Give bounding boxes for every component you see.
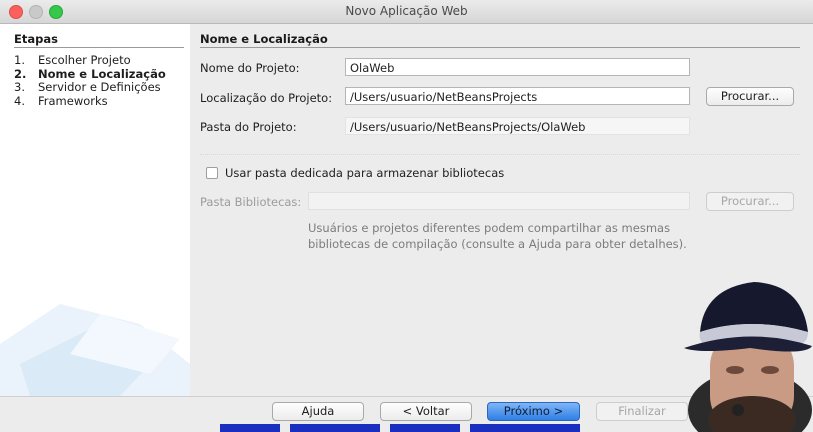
step-label: Frameworks — [38, 93, 108, 108]
libraries-folder-label: Pasta Bibliotecas: — [200, 195, 302, 209]
browse-libraries-button[interactable]: Procurar... — [706, 192, 794, 211]
step-number: 4. — [14, 93, 25, 108]
wizard-decoration-graphic — [0, 304, 190, 396]
project-folder-label: Pasta do Projeto: — [200, 120, 297, 134]
back-button[interactable]: < Voltar — [380, 402, 472, 421]
caption-overlay-strip — [220, 424, 580, 432]
project-folder-field: /Users/usuario/NetBeansProjects/OlaWeb — [345, 117, 690, 135]
step-item-4: 4. Frameworks — [14, 93, 166, 109]
next-button[interactable]: Próximo > — [487, 402, 580, 421]
section-divider — [200, 47, 800, 48]
project-location-label: Localização do Projeto: — [200, 91, 333, 105]
steps-list: 1. Escolher Projeto 2. Nome e Localização … — [14, 53, 166, 109]
steps-title: Etapas — [14, 32, 58, 46]
step-number: 1. — [14, 53, 25, 67]
presenter-webcam-overlay — [684, 282, 812, 432]
project-location-input[interactable]: /Users/usuario/NetBeansProjects — [345, 87, 690, 105]
project-name-input[interactable]: OlaWeb — [345, 58, 690, 76]
section-title: Nome e Localização — [200, 32, 328, 46]
step-label: Servidor e Definições — [38, 80, 161, 94]
window-title: Novo Aplicação Web — [345, 4, 468, 18]
step-item-1: 1. Escolher Projeto — [14, 53, 166, 68]
dedicated-folder-label: Usar pasta dedicada para armazenar bibli… — [225, 166, 505, 180]
libraries-help-text: Usuários e projetos diferentes podem com… — [308, 221, 687, 251]
step-number: 3. — [14, 80, 25, 94]
steps-divider — [14, 47, 184, 48]
step-item-3: 3. Servidor e Definições — [14, 80, 166, 95]
step-label: Nome e Localização — [38, 66, 166, 81]
help-button[interactable]: Ajuda — [272, 402, 364, 421]
options-divider — [200, 154, 800, 155]
step-label: Escolher Projeto — [38, 53, 131, 67]
dedicated-folder-checkbox[interactable] — [206, 167, 218, 179]
libraries-folder-input[interactable] — [308, 192, 690, 210]
steps-panel: Etapas 1. Escolher Projeto 2. Nome e Local… — [0, 24, 190, 396]
browse-location-button[interactable]: Procurar... — [706, 87, 794, 106]
project-name-label: Nome do Projeto: — [200, 61, 300, 75]
finish-button[interactable]: Finalizar — [596, 402, 688, 421]
step-number: 2. — [14, 66, 27, 81]
step-item-2: 2. Nome e Localização — [14, 66, 166, 82]
title-bar: Novo Aplicação Web — [0, 0, 813, 24]
